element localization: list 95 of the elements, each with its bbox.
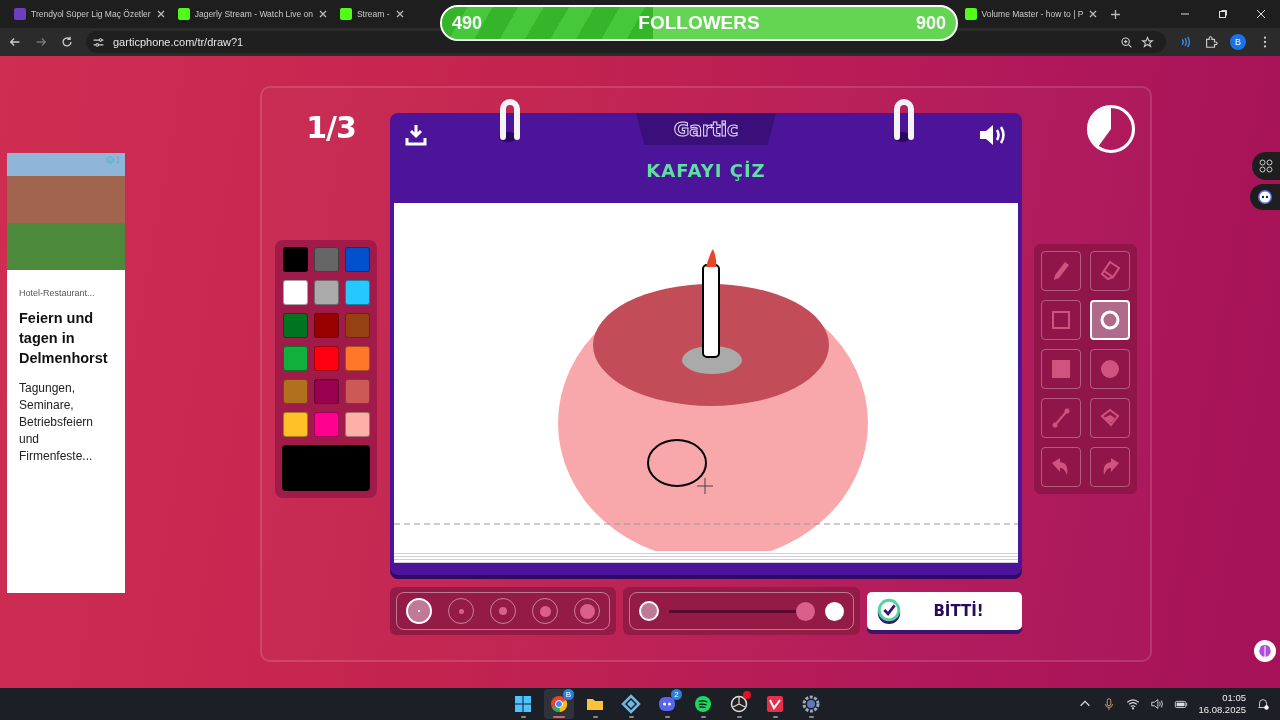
clock-time[interactable]: 01:05 — [1222, 692, 1246, 704]
wifi-icon[interactable] — [1126, 697, 1141, 711]
browser-tab[interactable]: Stream - — [333, 0, 411, 28]
ad-description: Tagungen, Seminare, Betriebsfeiern und Firmenfeste... — [18, 380, 95, 465]
follower-count: 490 — [452, 12, 483, 34]
running-indicator — [736, 716, 742, 718]
brush-size-button[interactable] — [406, 598, 432, 624]
puzzle-icon[interactable] — [1204, 35, 1218, 49]
running-indicator — [592, 716, 598, 718]
opacity-preview — [825, 601, 844, 621]
browser-tab[interactable]: Jagerly Stream - Watch Live on — [171, 0, 334, 28]
color-swatch[interactable] — [313, 379, 339, 404]
star-icon[interactable] — [1141, 35, 1154, 49]
diamond-icon — [621, 694, 641, 714]
chat-bubble-icon — [657, 694, 677, 714]
opacity-preview — [639, 601, 659, 621]
color-swatch[interactable] — [282, 313, 308, 338]
forward-icon[interactable] — [34, 35, 48, 49]
start-icon — [513, 694, 533, 714]
follower-goal: 900 — [915, 12, 946, 34]
logo-text: Gartic — [673, 118, 739, 140]
color-swatch[interactable] — [313, 247, 339, 272]
color-swatch[interactable] — [344, 280, 370, 305]
new-tab-icon[interactable] — [1110, 8, 1122, 20]
browser-icon — [549, 694, 569, 714]
color-swatch[interactable] — [313, 412, 339, 437]
close-icon[interactable] — [394, 9, 405, 19]
grid-icon — [1258, 158, 1274, 174]
brain-icon — [1257, 643, 1273, 659]
clock-date[interactable]: 16.08.2025 — [1198, 704, 1246, 716]
favicon-icon — [339, 8, 352, 20]
back-icon[interactable] — [8, 35, 22, 49]
prompt-title: KAFAYI ÇİZ — [646, 160, 766, 181]
color-swatch[interactable] — [282, 247, 308, 272]
close-icon[interactable] — [317, 9, 328, 19]
color-swatch[interactable] — [282, 280, 308, 305]
favicon-icon — [177, 8, 190, 20]
robot-face-icon — [1257, 189, 1273, 205]
color-swatch[interactable] — [344, 247, 370, 272]
color-swatch[interactable] — [313, 346, 339, 371]
binder-ring-icon — [497, 97, 521, 143]
alert-dot — [743, 691, 751, 699]
brain-button[interactable] — [1254, 640, 1276, 662]
color-swatch[interactable] — [313, 280, 339, 305]
reload-icon[interactable] — [60, 35, 74, 49]
color-swatch[interactable] — [282, 379, 308, 404]
running-indicator — [628, 716, 634, 718]
running-indicator — [553, 716, 565, 718]
favicon-icon — [964, 8, 977, 20]
notification-badge: B — [563, 689, 574, 700]
color-swatch[interactable] — [344, 412, 370, 437]
ad-headline: Feiern und tagen in Delmenhorst — [18, 309, 109, 368]
site-info-icon[interactable] — [92, 35, 105, 49]
close-icon[interactable] — [1088, 9, 1099, 19]
music-icon — [693, 694, 713, 714]
apps-button[interactable] — [1252, 152, 1280, 180]
chat-app-taskbar-button[interactable]: 2 — [652, 689, 682, 719]
volume-icon[interactable] — [1150, 697, 1165, 711]
advertiser-name: Hotel-Restaurant... — [18, 287, 96, 298]
slider-thumb[interactable] — [796, 601, 815, 621]
color-swatch[interactable] — [313, 313, 339, 338]
browser-taskbar-button[interactable]: B — [544, 689, 574, 719]
running-indicator — [700, 716, 706, 718]
check-icon — [875, 597, 903, 625]
running-indicator — [772, 716, 778, 718]
browser-tab[interactable]: Volume Master - how to | P — [958, 0, 1105, 28]
color-swatch[interactable] — [282, 412, 308, 437]
color-swatch[interactable] — [344, 379, 370, 404]
followers-label: FOLLOWERS — [638, 12, 760, 34]
ad-card[interactable]: Hotel-Restaurant... Feiern und tagen in Delmenhorst Tagungen, Seminare, Betriebsfeiern und Firmenfeste... — [7, 153, 125, 593]
running-indicator — [808, 716, 814, 718]
assistant-button[interactable] — [1250, 184, 1280, 210]
notification-badge: 2 — [671, 689, 682, 700]
binder-ring-icon — [891, 97, 915, 143]
zoom-icon[interactable] — [1120, 35, 1133, 49]
drawing-canvas[interactable] — [394, 203, 1018, 563]
close-icon[interactable] — [1256, 9, 1266, 19]
color-swatch[interactable] — [282, 346, 308, 371]
gear-icon — [801, 694, 821, 714]
crosshair-icon — [696, 477, 714, 495]
color-swatch[interactable] — [344, 313, 370, 338]
download-icon[interactable] — [404, 123, 428, 147]
notification-bell-icon[interactable] — [1256, 697, 1270, 711]
running-indicator — [520, 716, 526, 718]
close-icon[interactable] — [155, 9, 166, 19]
restore-icon[interactable] — [1218, 9, 1228, 19]
ellipse-tool[interactable] — [1089, 300, 1130, 340]
profile-avatar[interactable]: B — [1230, 34, 1246, 50]
color-swatch[interactable] — [344, 346, 370, 371]
aperture-icon — [729, 694, 749, 714]
running-indicator — [664, 716, 670, 718]
round-counter: 1/3 — [306, 110, 356, 145]
v-logo-icon — [765, 694, 785, 714]
browser-tab[interactable]: Trendyol Süper Lig Maç Özetler — [8, 0, 172, 28]
favicon-icon — [14, 8, 26, 20]
